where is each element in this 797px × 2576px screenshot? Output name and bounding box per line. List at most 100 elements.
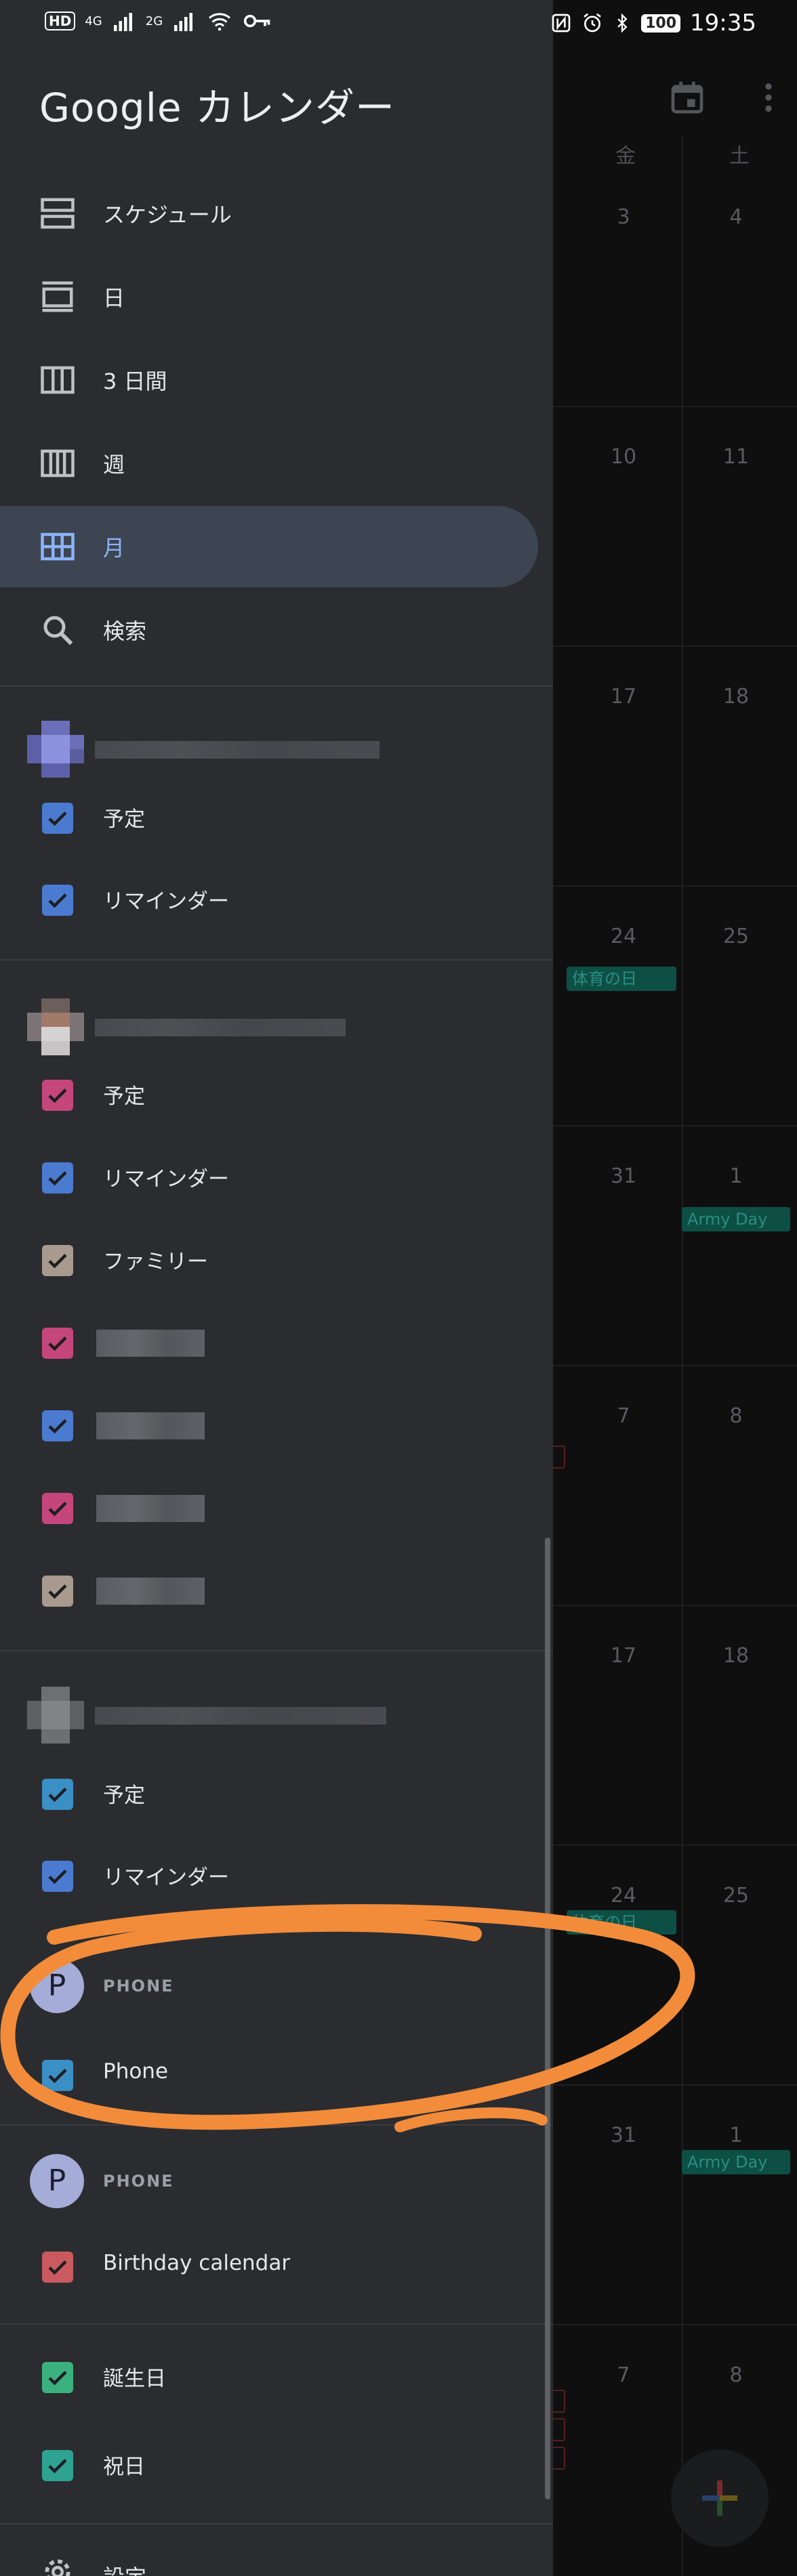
calendar-item[interactable]: ファミリー xyxy=(0,1217,553,1298)
app-title: Google カレンダー xyxy=(39,85,395,131)
calendar-label: リマインダー xyxy=(103,1865,229,1890)
calendar-item[interactable] xyxy=(0,1382,553,1464)
calendar-item[interactable]: 予定 xyxy=(0,775,553,856)
event-chip[interactable] xyxy=(553,1445,565,1469)
calendar-checkbox[interactable] xyxy=(42,2362,73,2393)
date-number[interactable]: 1 xyxy=(682,2124,790,2147)
calendar-item[interactable] xyxy=(0,1300,553,1381)
date-number[interactable]: 25 xyxy=(682,925,790,948)
scrollbar[interactable] xyxy=(545,1538,550,2499)
date-number[interactable]: 25 xyxy=(682,1884,790,1907)
navigation-drawer: Google カレンダー スケジュール 日 3 日間 週 月 検索 予定 リマイ… xyxy=(0,0,553,2576)
date-number[interactable]: 4 xyxy=(682,205,790,229)
nav-item-label: 月 xyxy=(103,535,125,561)
calendar-checkbox[interactable] xyxy=(42,1410,73,1441)
event-chip[interactable]: 体育の日 xyxy=(567,1910,676,1935)
calendar-checkbox[interactable] xyxy=(42,803,73,834)
calendar-item-phone[interactable]: Phone xyxy=(0,2032,553,2113)
date-number[interactable]: 24 xyxy=(569,925,678,948)
calendar-item[interactable]: 予定 xyxy=(0,1052,553,1133)
schedule-view-icon xyxy=(41,198,75,229)
event-chip[interactable]: Army Day xyxy=(682,2150,790,2174)
calendar-checkbox[interactable] xyxy=(42,885,73,916)
nav-item-three-day[interactable]: 3 日間 xyxy=(0,339,538,421)
date-number[interactable]: 24 xyxy=(569,1884,678,1907)
calendar-item[interactable]: リマインダー xyxy=(0,1135,553,1216)
date-number[interactable]: 17 xyxy=(569,1644,678,1668)
date-number[interactable]: 10 xyxy=(569,445,678,469)
calendar-item[interactable]: リマインダー xyxy=(0,1833,553,1914)
calendar-item[interactable]: 祝日 xyxy=(0,2422,553,2504)
calendar-item[interactable]: 予定 xyxy=(0,1751,553,1832)
check-icon xyxy=(48,1502,67,1517)
calendar-label: Birthday calendar xyxy=(103,2251,291,2275)
phone-account-header: PHONE xyxy=(103,1977,174,1996)
calendar-checkbox[interactable] xyxy=(42,1493,73,1524)
event-chip[interactable]: Army Day xyxy=(682,1207,790,1231)
more-icon[interactable] xyxy=(750,79,788,117)
month-view-icon xyxy=(41,532,75,561)
today-icon[interactable] xyxy=(668,79,706,117)
date-number[interactable]: 17 xyxy=(569,685,678,709)
check-icon xyxy=(48,1870,67,1884)
nav-item-label: 検索 xyxy=(103,618,147,644)
calendar-checkbox[interactable] xyxy=(42,1861,73,1892)
nav-item-settings[interactable]: 設定 xyxy=(0,2533,553,2576)
date-number[interactable]: 18 xyxy=(682,685,790,709)
nav-item-day[interactable]: 日 xyxy=(0,256,538,337)
nav-item-month[interactable]: 月 xyxy=(0,506,538,587)
calendar-item[interactable] xyxy=(0,1548,553,1629)
calendar-checkbox[interactable] xyxy=(42,1328,73,1359)
calendar-label: 祝日 xyxy=(103,2455,145,2479)
calendar-checkbox[interactable] xyxy=(42,1245,73,1276)
status-bar: HD 4G 2G 100 19:35 xyxy=(0,0,797,54)
date-number[interactable]: 1 xyxy=(682,1164,790,1188)
date-number[interactable]: 31 xyxy=(569,1164,678,1188)
calendar-label-redacted xyxy=(96,1330,205,1357)
account-header xyxy=(0,989,553,1057)
event-chip[interactable] xyxy=(553,2390,565,2413)
calendar-checkbox[interactable] xyxy=(42,1576,73,1607)
calendar-label: リマインダー xyxy=(103,889,229,914)
date-number[interactable]: 8 xyxy=(682,1404,790,1428)
calendar-checkbox[interactable] xyxy=(42,2060,73,2091)
date-number[interactable]: 11 xyxy=(682,445,790,469)
date-number[interactable]: 3 xyxy=(569,205,678,229)
network-2g-label: 2G xyxy=(145,14,163,28)
calendar-label: 予定 xyxy=(103,1084,145,1109)
nav-item-schedule[interactable]: スケジュール xyxy=(0,173,538,254)
date-number[interactable]: 7 xyxy=(569,1404,678,1428)
create-event-button[interactable] xyxy=(671,2449,769,2547)
calendar-item[interactable]: リマインダー xyxy=(0,857,553,938)
calendar-item-birthday[interactable]: Birthday calendar xyxy=(0,2224,553,2305)
clock: 19:35 xyxy=(690,9,756,37)
calendar-checkbox[interactable] xyxy=(42,1162,73,1194)
nav-item-label: 日 xyxy=(103,285,125,311)
date-number[interactable]: 31 xyxy=(569,2124,678,2147)
nav-item-label: スケジュール xyxy=(103,202,232,228)
week-divider xyxy=(553,885,797,887)
day-view-icon xyxy=(42,281,73,312)
event-chip[interactable] xyxy=(553,2418,565,2441)
event-chip[interactable]: 体育の日 xyxy=(567,967,676,991)
nav-item-week[interactable]: 週 xyxy=(0,423,538,504)
calendar-checkbox[interactable] xyxy=(42,2450,73,2481)
calendar-checkbox[interactable] xyxy=(42,2252,73,2283)
vpn-key-icon xyxy=(243,14,270,28)
calendar-label: 誕生日 xyxy=(103,2367,166,2391)
calendar-checkbox[interactable] xyxy=(42,1779,73,1810)
calendar-checkbox[interactable] xyxy=(42,1080,73,1111)
divider xyxy=(0,685,553,687)
calendar-item[interactable] xyxy=(0,1465,553,1546)
date-number[interactable]: 8 xyxy=(682,2363,790,2387)
week-divider xyxy=(553,1125,797,1126)
calendar-label: リマインダー xyxy=(103,1167,229,1191)
gear-icon xyxy=(45,2559,70,2576)
divider xyxy=(0,959,553,960)
nav-item-search[interactable]: 検索 xyxy=(0,589,538,671)
date-number[interactable]: 18 xyxy=(682,1644,790,1668)
event-chip[interactable] xyxy=(553,2447,565,2470)
date-number[interactable]: 7 xyxy=(569,2363,678,2387)
check-icon xyxy=(48,811,67,826)
calendar-item[interactable]: 誕生日 xyxy=(0,2334,553,2415)
